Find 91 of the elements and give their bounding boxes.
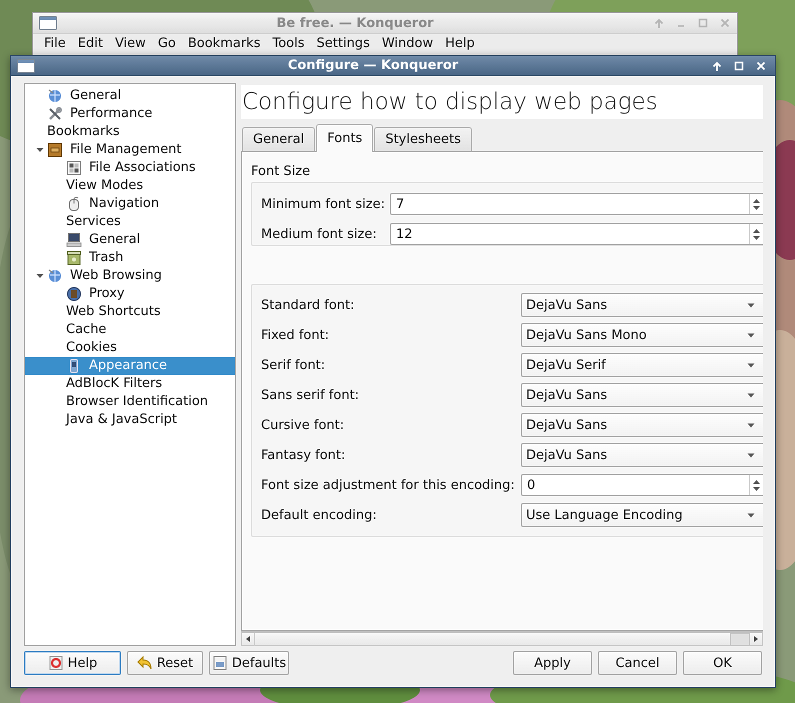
spin-box[interactable]: 0 — [521, 474, 763, 496]
field-label: Minimum font size: — [261, 196, 386, 212]
field-label: Default encoding: — [261, 508, 378, 522]
tab[interactable]: Stylesheets — [374, 127, 472, 151]
tree-item[interactable]: Cache — [25, 321, 235, 339]
caret-icon[interactable] — [747, 512, 755, 518]
font-dropdown[interactable]: Use Language Encoding — [521, 503, 763, 527]
globe-icon — [47, 268, 63, 284]
tree-item[interactable]: Performance — [25, 105, 235, 123]
menu-item[interactable]: Tools — [266, 36, 311, 51]
door-icon — [66, 286, 82, 302]
font-dropdown[interactable]: DejaVu Serif — [521, 353, 763, 377]
spin-up-icon[interactable] — [753, 480, 760, 484]
dialog-button[interactable]: OK — [683, 651, 762, 675]
dialog-button[interactable]: Defaults — [209, 651, 289, 675]
tree-item[interactable]: File Management — [25, 141, 235, 159]
horizontal-scrollbar[interactable] — [241, 631, 763, 646]
tree-item[interactable]: General — [25, 231, 235, 249]
tab[interactable]: General — [242, 127, 316, 151]
spin-box[interactable]: 12 — [390, 223, 763, 245]
field-label: Cursive font: — [261, 418, 346, 432]
spin-down-icon[interactable] — [753, 206, 760, 210]
undo-arrow-icon — [136, 655, 153, 671]
tools-icon — [47, 106, 63, 122]
field-label: Font size adjustment for this encoding: — [261, 478, 516, 492]
caret-icon[interactable] — [747, 362, 755, 368]
dialog-button[interactable]: Reset — [127, 651, 203, 675]
menu-item[interactable]: View — [108, 36, 152, 51]
tree-item[interactable]: General — [25, 87, 235, 105]
menu-item[interactable]: Go — [152, 36, 182, 51]
field-label: Standard font: — [261, 298, 356, 312]
trash-icon — [66, 250, 82, 266]
spin-box[interactable]: 7 — [390, 193, 763, 215]
menu-item[interactable]: Window — [376, 36, 440, 51]
tree-item[interactable]: File Associations — [25, 159, 235, 177]
tree-item[interactable]: Trash — [25, 249, 235, 267]
tree-item[interactable]: AdBlocK Filters — [25, 375, 235, 393]
field-label: Fixed font: — [261, 328, 330, 342]
font-dropdown[interactable]: DejaVu Sans — [521, 413, 763, 437]
globe-icon — [47, 88, 63, 104]
collapse-arrow-icon[interactable] — [36, 146, 44, 154]
tab[interactable]: Fonts — [316, 124, 374, 152]
menu-item[interactable]: Settings — [310, 36, 376, 51]
menu-item[interactable]: Help — [439, 36, 481, 51]
cabinet-icon — [47, 142, 63, 158]
field-label: Medium font size: — [261, 226, 378, 242]
tree-item[interactable]: Proxy — [25, 285, 235, 303]
tree-item[interactable]: View Modes — [25, 177, 235, 195]
window-icon[interactable] — [17, 58, 35, 72]
group-title: Font Size — [251, 164, 310, 179]
tree-item[interactable]: Web Browsing — [25, 267, 235, 285]
tree-item[interactable]: Navigation — [25, 195, 235, 213]
font-dropdown[interactable]: DejaVu Sans — [521, 443, 763, 467]
tree-item[interactable]: Services — [25, 213, 235, 231]
field-label: Serif font: — [261, 358, 326, 372]
scrollbar-thumb[interactable] — [730, 632, 750, 646]
computer-icon — [66, 232, 82, 248]
tree-item[interactable]: Java & JavaScript — [25, 411, 235, 429]
dialog-button[interactable]: Cancel — [598, 651, 677, 675]
spin-down-icon[interactable] — [753, 236, 760, 240]
window-icon[interactable] — [39, 16, 57, 30]
caret-icon[interactable] — [747, 332, 755, 338]
font-dropdown[interactable]: DejaVu Sans — [521, 383, 763, 407]
spin-down-icon[interactable] — [753, 486, 760, 490]
collapse-arrow-icon[interactable] — [36, 272, 44, 280]
window-title: Configure — Konqueror — [286, 58, 460, 73]
font-dropdown[interactable]: DejaVu Sans — [521, 293, 763, 317]
document-icon — [212, 655, 228, 671]
lifebuoy-icon — [48, 655, 64, 671]
menu-item[interactable]: Edit — [72, 36, 109, 51]
dialog-button[interactable]: Help — [24, 651, 121, 675]
caret-icon[interactable] — [747, 422, 755, 428]
caret-icon[interactable] — [747, 302, 755, 308]
caret-icon[interactable] — [747, 392, 755, 398]
dialog-button[interactable]: Apply — [513, 651, 592, 675]
spin-up-icon[interactable] — [753, 228, 760, 232]
menu-item[interactable]: Bookmarks — [182, 36, 266, 51]
page-heading: Configure how to display web pages — [242, 89, 658, 115]
tree-item[interactable]: Cookies — [25, 339, 235, 357]
window-title: Be free. — Konqueror — [275, 16, 435, 30]
field-label: Fantasy font: — [261, 448, 346, 462]
menu-item[interactable]: File — [38, 36, 72, 51]
caret-icon[interactable] — [747, 452, 755, 458]
tree-item[interactable]: Bookmarks — [25, 123, 235, 141]
field-label: Sans serif font: — [261, 388, 360, 402]
tree-item[interactable]: Appearance — [25, 357, 235, 375]
mouse-icon — [66, 196, 82, 212]
tree-item[interactable]: Browser Identification — [25, 393, 235, 411]
grid-icon — [66, 160, 82, 176]
tree-item[interactable]: Web Shortcuts — [25, 303, 235, 321]
font-dropdown[interactable]: DejaVu Sans Mono — [521, 323, 763, 347]
